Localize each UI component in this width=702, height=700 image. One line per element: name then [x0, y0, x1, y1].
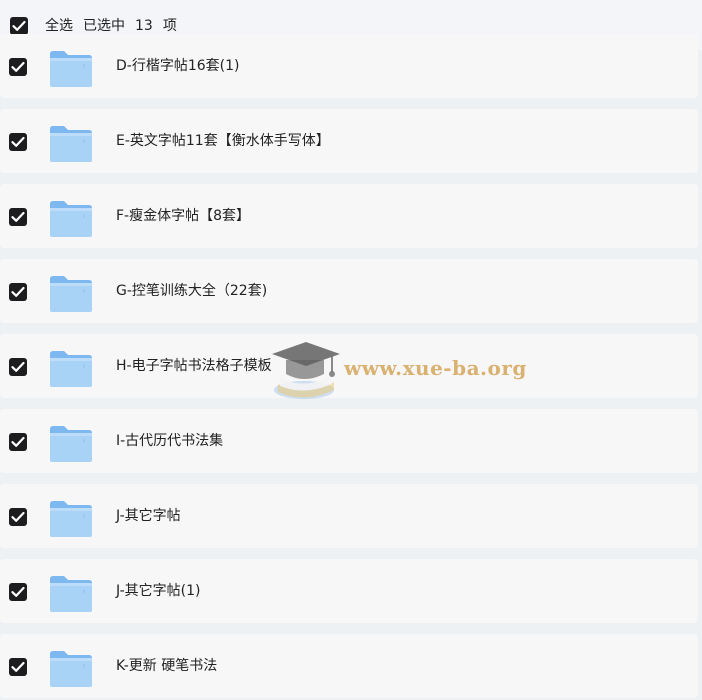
check-icon [11, 136, 25, 147]
folder-icon [50, 651, 92, 687]
file-name: G-控笔训练大全（22套) [116, 283, 268, 299]
file-row[interactable]: F-瘦金体字帖【8套】 [0, 184, 698, 248]
folder-icon [50, 426, 92, 462]
watermark: www.xue-ba.org [268, 338, 526, 406]
folder-icon [50, 51, 92, 87]
file-row[interactable]: J-其它字帖 [0, 484, 698, 548]
check-icon [11, 586, 25, 597]
file-name: H-电子字帖书法格子模板 [116, 358, 272, 374]
selection-summary: 全选 已选中 13 项 [45, 17, 187, 35]
file-row[interactable]: K-更新 硬笔书法 [0, 634, 698, 698]
file-row[interactable]: I-古代历代书法集 [0, 409, 698, 473]
folder-icon [50, 126, 92, 162]
file-name: F-瘦金体字帖【8套】 [116, 208, 251, 224]
row-checkbox[interactable] [9, 58, 27, 76]
select-all-label[interactable]: 全选 [45, 18, 73, 34]
folder-icon [50, 576, 92, 612]
file-row[interactable]: D-行楷字帖16套(1) [0, 34, 698, 98]
row-checkbox[interactable] [9, 583, 27, 601]
selected-count: 13 [135, 18, 153, 34]
folder-icon [50, 276, 92, 312]
check-icon [11, 511, 25, 522]
check-icon [12, 20, 26, 31]
check-icon [11, 61, 25, 72]
row-checkbox[interactable] [9, 433, 27, 451]
file-name: D-行楷字帖16套(1) [116, 58, 240, 74]
selected-unit: 项 [162, 18, 177, 34]
check-icon [11, 361, 25, 372]
folder-icon [50, 501, 92, 537]
selected-text: 已选中 [83, 18, 125, 34]
check-icon [11, 661, 25, 672]
select-all-checkbox[interactable] [10, 17, 28, 35]
check-icon [11, 286, 25, 297]
folder-icon [50, 351, 92, 387]
file-name: I-古代历代书法集 [116, 433, 224, 449]
file-name: J-其它字帖 [116, 508, 181, 524]
row-checkbox[interactable] [9, 658, 27, 676]
check-icon [11, 211, 25, 222]
row-checkbox[interactable] [9, 283, 27, 301]
file-row[interactable]: E-英文字帖11套【衡水体手写体】 [0, 109, 698, 173]
row-checkbox[interactable] [9, 133, 27, 151]
file-name: K-更新 硬笔书法 [116, 658, 218, 674]
folder-icon [50, 201, 92, 237]
file-row[interactable]: G-控笔训练大全（22套) [0, 259, 698, 323]
row-checkbox[interactable] [9, 358, 27, 376]
row-checkbox[interactable] [9, 508, 27, 526]
file-name: E-英文字帖11套【衡水体手写体】 [116, 133, 330, 149]
check-icon [11, 436, 25, 447]
graduation-cap-icon [272, 342, 340, 399]
row-checkbox[interactable] [9, 208, 27, 226]
file-row[interactable]: J-其它字帖(1) [0, 559, 698, 623]
watermark-text: www.xue-ba.org [344, 356, 527, 380]
file-name: J-其它字帖(1) [116, 583, 201, 599]
